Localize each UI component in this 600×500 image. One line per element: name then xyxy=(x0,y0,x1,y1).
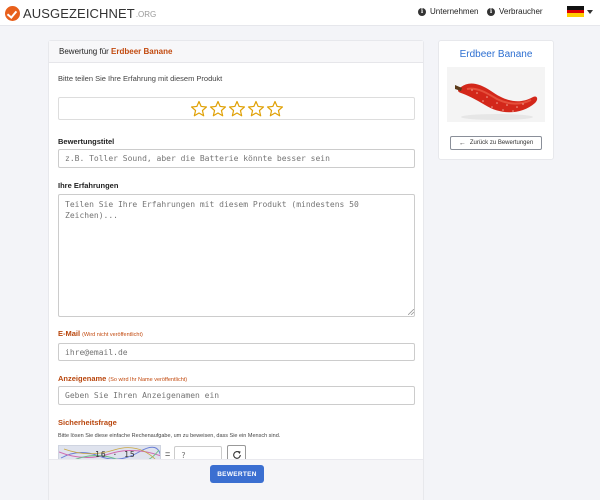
language-flag-de-icon[interactable] xyxy=(567,6,584,17)
experience-textarea[interactable] xyxy=(58,194,415,317)
nav-unternehmen-label: Unternehmen xyxy=(430,7,479,16)
back-to-reviews-button[interactable]: ← Zurück zu Bewertungen xyxy=(450,136,542,150)
review-header-prefix: Bewertung für xyxy=(59,47,109,56)
star-5-icon[interactable] xyxy=(266,100,284,118)
top-navbar: AUSGEZEICHNET .ORG i Unternehmen i Verbr… xyxy=(0,0,600,26)
title-label: Bewertungstitel xyxy=(58,137,115,146)
side-product-title[interactable]: Erdbeer Banane xyxy=(439,49,553,60)
language-dropdown-icon[interactable] xyxy=(587,10,593,14)
email-label-text: E-Mail xyxy=(58,329,81,338)
email-input[interactable] xyxy=(58,343,415,361)
site-logo[interactable]: AUSGEZEICHNET .ORG xyxy=(5,4,156,22)
title-input[interactable] xyxy=(58,149,415,168)
logo-tld: .ORG xyxy=(135,10,157,19)
logo-text: AUSGEZEICHNET xyxy=(23,5,135,21)
security-question-label: Sicherheitsfrage xyxy=(58,418,117,427)
display-name-input[interactable] xyxy=(58,386,415,405)
star-2-icon[interactable] xyxy=(209,100,227,118)
display-name-label-text: Anzeigename xyxy=(58,374,107,383)
display-name-label: Anzeigename (So wird Ihr Name veröffentli… xyxy=(58,374,187,383)
product-side-card: Erdbeer Banane ← Zurück zu Bewertungen xyxy=(438,40,554,160)
star-4-icon[interactable] xyxy=(247,100,265,118)
info-icon: i xyxy=(418,7,426,16)
nav-verbraucher-label: Verbraucher xyxy=(499,7,543,16)
logo-check-icon xyxy=(5,5,20,21)
arrow-left-icon: ← xyxy=(458,139,466,147)
review-form-card: Bewertung für Erdbeer Banane Bitte teile… xyxy=(48,40,424,500)
experience-label: Ihre Erfahrungen xyxy=(58,181,119,190)
display-name-hint: (So wird Ihr Name veröffentlicht) xyxy=(108,377,188,383)
refresh-icon xyxy=(232,450,241,459)
nav-verbraucher-link[interactable]: i Verbraucher xyxy=(487,7,543,16)
star-3-icon[interactable] xyxy=(228,100,246,118)
info-icon: i xyxy=(487,7,495,16)
review-header-product: Erdbeer Banane xyxy=(111,47,173,56)
review-intro-text: Bitte teilen Sie Ihre Erfahrung mit dies… xyxy=(58,74,223,83)
nav-unternehmen-link[interactable]: i Unternehmen xyxy=(418,7,478,16)
star-rating xyxy=(58,97,415,120)
product-image xyxy=(447,67,545,122)
equals-sign: = xyxy=(165,449,171,459)
strawberry-banana-image xyxy=(455,83,538,120)
captcha-text: 16 · 15 xyxy=(95,450,136,459)
email-hint: (Wird nicht veröffentlicht) xyxy=(82,332,143,338)
back-to-reviews-label: Zurück zu Bewertungen xyxy=(469,140,534,146)
email-label: E-Mail (Wird nicht veröffentlicht) xyxy=(58,329,143,338)
submit-review-button[interactable]: BEWERTEN xyxy=(210,465,264,483)
review-card-header: Bewertung für Erdbeer Banane xyxy=(49,41,423,63)
star-1-icon[interactable] xyxy=(190,100,208,118)
security-question-desc: Bitte lösen Sie diese einfache Rechenauf… xyxy=(58,433,281,439)
